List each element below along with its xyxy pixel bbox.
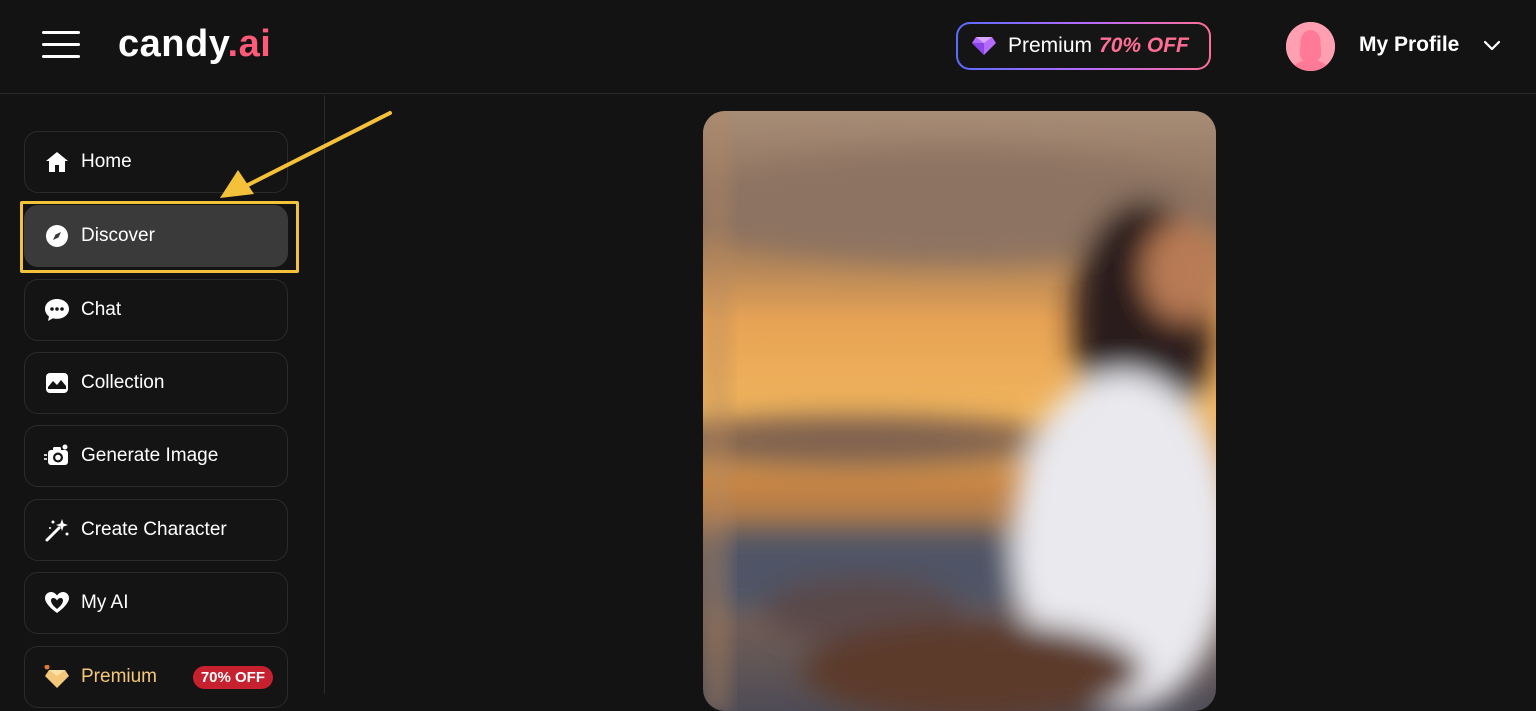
top-bar: candy.ai Premium 70% OFF My Profile: [0, 0, 1536, 94]
discount-badge: 70% OFF: [192, 665, 273, 689]
sidebar-item-my-ai[interactable]: My AI: [24, 572, 288, 634]
magic-wand-icon: [43, 516, 71, 544]
sidebar-item-label: Home: [81, 151, 132, 172]
my-profile-label[interactable]: My Profile: [1359, 33, 1459, 57]
camera-icon: [43, 442, 71, 470]
sidebar-item-label: Chat: [81, 299, 122, 320]
chevron-down-icon[interactable]: [1482, 36, 1502, 56]
sidebar-item-chat[interactable]: Chat: [24, 279, 288, 341]
image-icon: [43, 369, 71, 397]
chat-icon: [43, 296, 71, 324]
character-image-card[interactable]: [703, 111, 1216, 711]
sidebar-item-create-character[interactable]: Create Character: [24, 499, 288, 561]
sidebar-item-label: My AI: [81, 592, 129, 613]
diamond-icon: [972, 37, 996, 55]
sidebar-item-collection[interactable]: Collection: [24, 352, 288, 414]
hamburger-menu-icon[interactable]: [42, 31, 80, 59]
sidebar-item-label: Create Character: [81, 519, 227, 540]
user-avatar-icon: [1286, 22, 1335, 71]
main-content: [326, 95, 1536, 711]
premium-button[interactable]: Premium 70% OFF: [956, 22, 1211, 70]
sidebar-item-label: Collection: [81, 372, 165, 393]
logo-accent: .ai: [227, 23, 272, 65]
diamond-icon: [43, 663, 71, 691]
sidebar-item-generate-image[interactable]: Generate Image: [24, 425, 288, 487]
heart-icon: [43, 589, 71, 617]
premium-discount: 70% OFF: [1099, 34, 1189, 57]
highlight-box: [20, 201, 299, 273]
avatar[interactable]: [1286, 22, 1335, 71]
sidebar-item-premium[interactable]: Premium 70% OFF: [24, 646, 288, 708]
premium-label: Premium: [1008, 34, 1093, 57]
sidebar-item-label: Premium: [81, 666, 158, 687]
home-icon: [43, 148, 71, 176]
blurred-character-image: [703, 111, 1216, 711]
logo-main: candy: [118, 23, 228, 65]
logo[interactable]: candy.ai: [118, 22, 271, 66]
sidebar-item-label: Generate Image: [81, 445, 219, 466]
